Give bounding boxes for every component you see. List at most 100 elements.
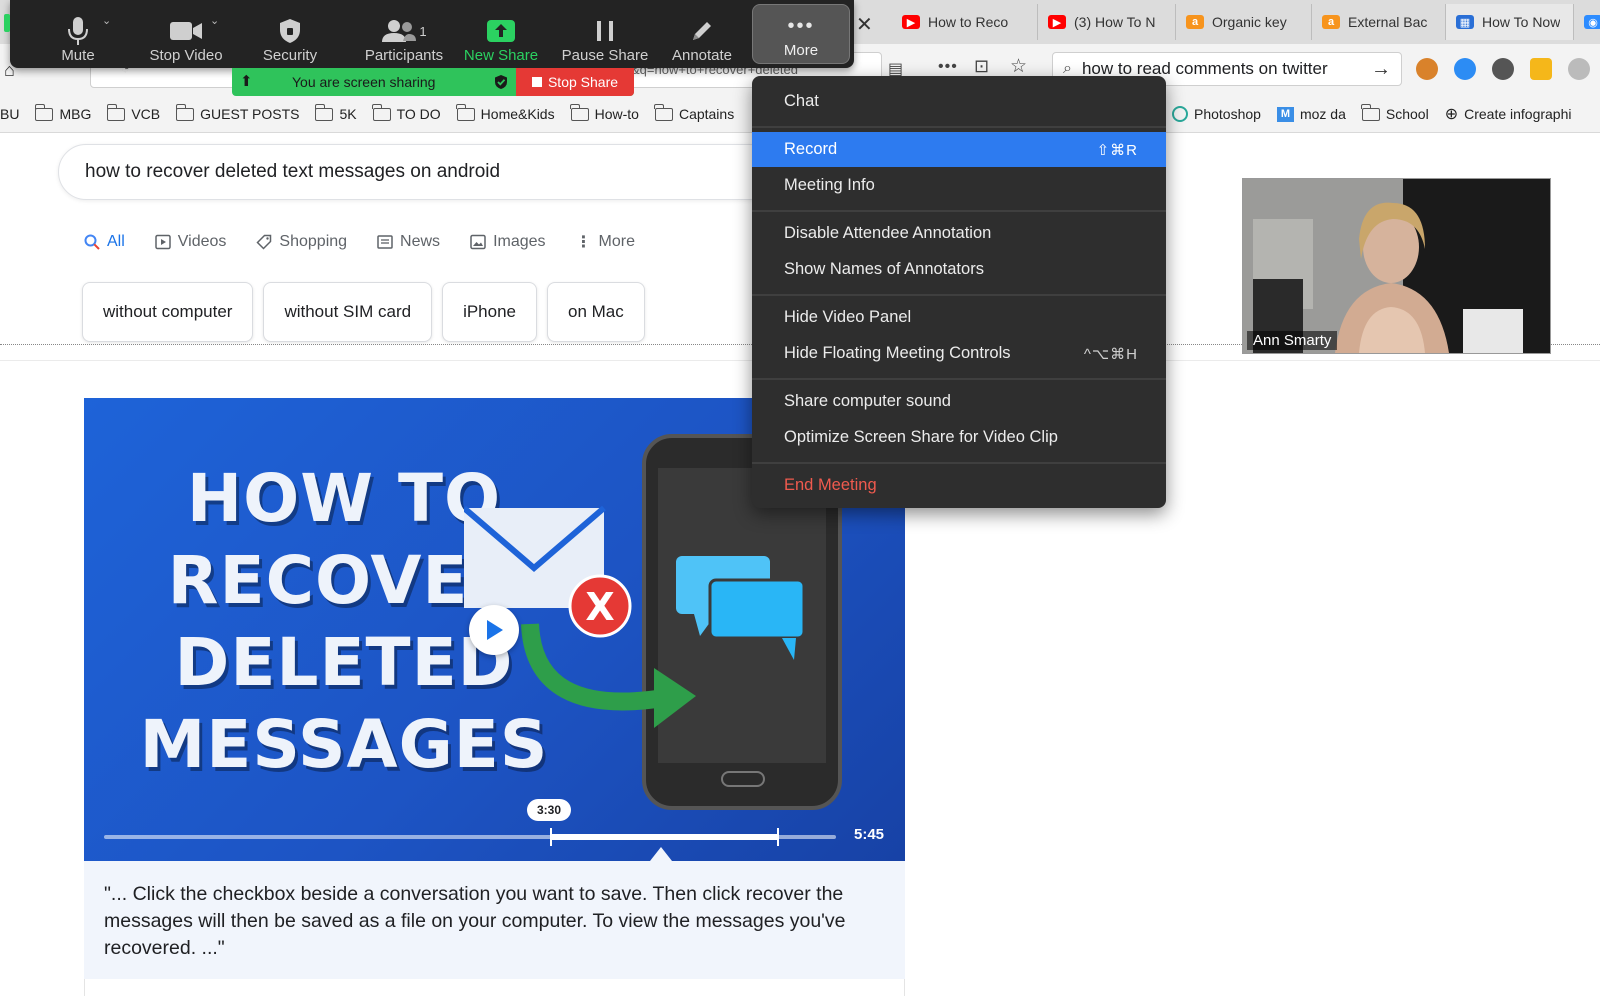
bookmark-label: moz da: [1299, 106, 1346, 122]
key-moment-segment: [550, 834, 778, 840]
youtube-icon: ▶: [1048, 15, 1066, 29]
tab-label: Organic key: [1212, 14, 1287, 30]
menu-item-label: Disable Attendee Annotation: [784, 224, 992, 242]
page-actions-icon[interactable]: •••: [938, 58, 958, 76]
pocket-icon[interactable]: ⊡: [974, 56, 989, 77]
button-label: New Share: [463, 47, 539, 64]
menu-item-disable-attendee-annotation[interactable]: Disable Attendee Annotation: [752, 216, 1166, 251]
stop-share-button[interactable]: Stop Share: [516, 68, 634, 96]
tab-label: External Bac: [1348, 14, 1428, 30]
bookmark-star-icon[interactable]: ☆: [1010, 55, 1027, 78]
folder-icon: [34, 103, 54, 121]
extension-k-icon[interactable]: [1568, 58, 1590, 80]
chip-without-computer[interactable]: without computer: [82, 282, 254, 342]
new-share-button[interactable]: New Share: [456, 8, 546, 64]
button-label: Participants: [364, 47, 444, 64]
pause-share-button[interactable]: Pause Share: [550, 8, 660, 64]
tab-shopping[interactable]: Shopping: [256, 232, 347, 252]
bookmark-label: Home&Kids: [480, 106, 555, 122]
moz-bookmark-icon: M: [1276, 106, 1294, 122]
extension-pencil-icon[interactable]: [1530, 58, 1552, 80]
participant-video-panel[interactable]: Ann Smarty: [1242, 178, 1551, 354]
video-progress-bar[interactable]: [104, 828, 836, 846]
menu-item-label: Show Names of Annotators: [784, 260, 984, 278]
tab-videos[interactable]: Videos: [155, 232, 226, 252]
play-button[interactable]: [469, 605, 519, 655]
security-button[interactable]: Security: [252, 8, 328, 64]
bookmark-item[interactable]: MBG: [34, 103, 91, 122]
button-label: Stop Video: [149, 47, 223, 64]
mute-button[interactable]: Mute: [46, 8, 110, 64]
bookmark-item[interactable]: Home&Kids: [456, 103, 555, 122]
extension-monkey-icon[interactable]: [1416, 58, 1438, 80]
toolbar-grip: [4, 14, 10, 32]
video-camera-icon: [170, 22, 202, 40]
pencil-icon: [693, 22, 711, 40]
google-search-input[interactable]: how to recover deleted text messages on …: [58, 144, 778, 200]
more-options-menu: Chat Record ⇧⌘R Meeting Info Disable Atte…: [752, 76, 1166, 508]
pause-icon: [597, 21, 613, 41]
menu-item-chat[interactable]: Chat: [752, 84, 1166, 119]
bookmark-item[interactable]: GUEST POSTS: [175, 103, 299, 122]
tab-images[interactable]: Images: [470, 232, 546, 252]
browser-tab[interactable]: ▦ How To Now: [1446, 4, 1574, 40]
microphone-icon: [68, 17, 88, 45]
bookmark-item[interactable]: Photoshop: [1172, 106, 1261, 122]
bookmark-item[interactable]: BU: [0, 106, 19, 122]
screen-sharing-indicator: ⬆ You are screen sharing Stop Share: [232, 68, 634, 96]
chip-iphone[interactable]: iPhone: [442, 282, 537, 342]
play-icon: [487, 620, 503, 640]
bookmark-item[interactable]: TO DO: [372, 103, 441, 122]
menu-item-label: Record: [784, 140, 838, 158]
bookmark-item[interactable]: How-to: [570, 103, 639, 122]
bookmark-item[interactable]: ⊕ Create infographi: [1445, 104, 1572, 124]
menu-item-shortcut: ^⌥⌘H: [1083, 345, 1138, 363]
vertical-dots-icon: ⋮: [575, 234, 592, 251]
menu-item-record[interactable]: Record ⇧⌘R: [752, 132, 1166, 167]
menu-item-meeting-info[interactable]: Meeting Info: [752, 168, 1166, 203]
chip-on-mac[interactable]: on Mac: [547, 282, 645, 342]
participant-count: 1: [419, 23, 427, 39]
bookmark-label: BU: [0, 106, 20, 122]
arrow-right-icon[interactable]: →: [1371, 58, 1391, 81]
menu-item-hide-floating-meeting-controls[interactable]: Hide Floating Meeting Controls ^⌥⌘H: [752, 336, 1166, 371]
annotate-button[interactable]: Annotate: [662, 8, 742, 64]
extension-skull-icon[interactable]: [1492, 58, 1514, 80]
close-tab-icon[interactable]: ✕: [856, 12, 873, 37]
browser-tab[interactable]: a External Bac: [1312, 4, 1446, 40]
tab-all[interactable]: All: [84, 232, 125, 252]
tab-more[interactable]: ⋮ More: [576, 232, 635, 252]
more-button[interactable]: ••• More: [752, 4, 850, 64]
tab-label: Shopping: [279, 233, 348, 250]
browser-tab[interactable]: a Organic key: [1176, 4, 1312, 40]
folder-icon: [1361, 103, 1380, 121]
menu-item-optimize-screen-share[interactable]: Optimize Screen Share for Video Clip: [752, 420, 1166, 455]
bookmark-item[interactable]: School: [1361, 103, 1429, 122]
browser-tab[interactable]: ▶ How to Reco: [892, 4, 1038, 40]
tab-label: Images: [493, 233, 546, 250]
chevron-down-icon[interactable]: ⌄: [102, 14, 111, 27]
bookmark-item[interactable]: Captains: [654, 103, 734, 122]
snippet-pointer: [650, 847, 672, 861]
chip-without-sim-card[interactable]: without SIM card: [263, 282, 433, 342]
sharing-status-text: You are screen sharing: [292, 74, 436, 90]
menu-item-show-names-of-annotators[interactable]: Show Names of Annotators: [752, 252, 1166, 287]
share-screen-icon: [487, 20, 515, 42]
stop-video-button[interactable]: Stop Video: [136, 8, 236, 64]
menu-item-end-meeting[interactable]: End Meeting: [752, 468, 1166, 503]
bookmark-item[interactable]: 5K: [314, 103, 357, 122]
zoom-tab[interactable]: ◉: [1574, 4, 1600, 40]
video-icon: [155, 234, 171, 250]
chevron-down-icon[interactable]: ⌄: [210, 14, 219, 27]
menu-item-share-computer-sound[interactable]: Share computer sound: [752, 384, 1166, 419]
bookmark-item[interactable]: Mmoz da: [1276, 106, 1346, 122]
result-card-continuation: [84, 979, 905, 996]
participants-button[interactable]: 1 Participants: [344, 8, 464, 64]
bookmark-item[interactable]: VCB: [106, 103, 160, 122]
extension-icons: [1416, 58, 1590, 80]
tab-news[interactable]: News: [377, 232, 440, 252]
tab-label: How To Now: [1482, 14, 1561, 30]
browser-tab[interactable]: ▶ (3) How To N: [1038, 4, 1176, 40]
extension-smile-icon[interactable]: [1454, 58, 1476, 80]
menu-item-hide-video-panel[interactable]: Hide Video Panel: [752, 300, 1166, 335]
